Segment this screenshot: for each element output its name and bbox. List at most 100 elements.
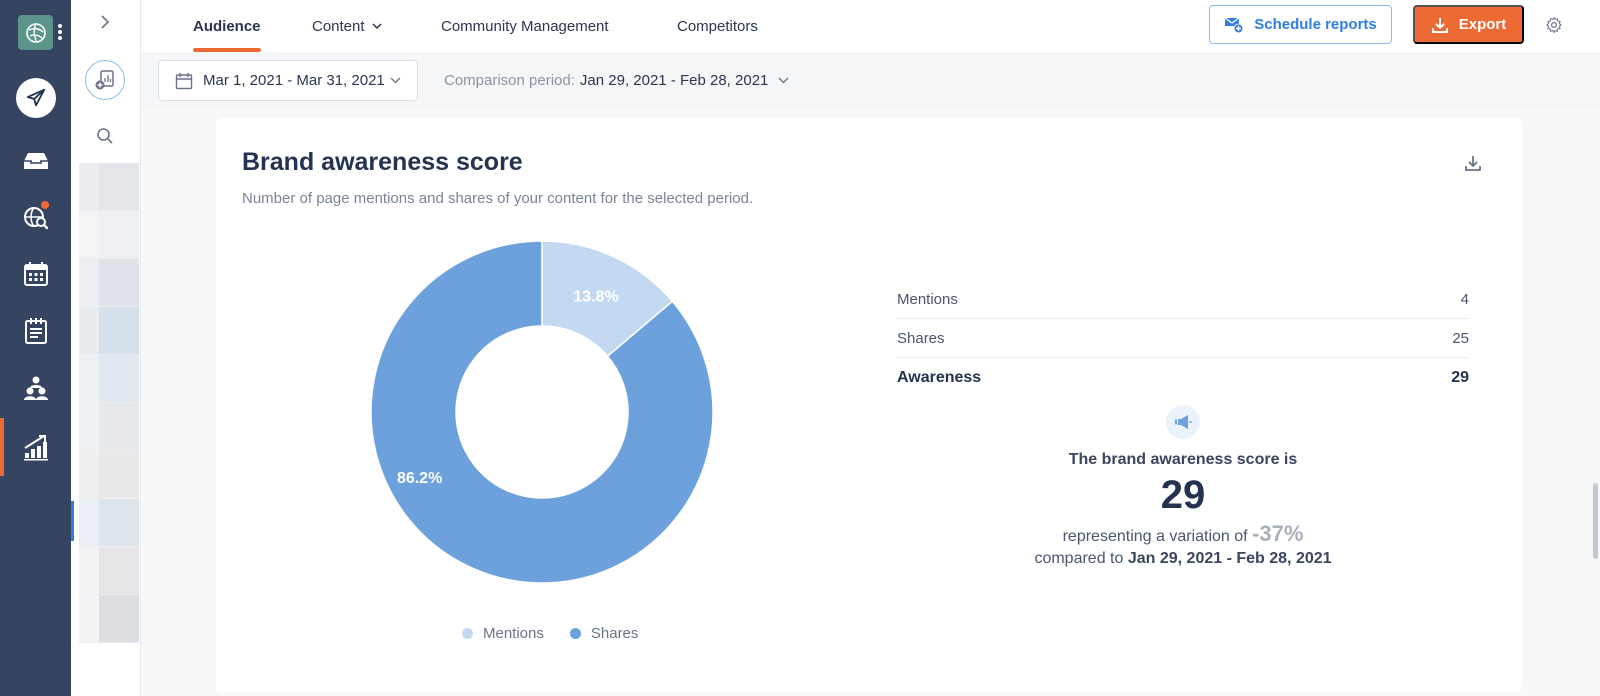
- app-logo[interactable]: [18, 15, 53, 50]
- legend-item-mentions[interactable]: Mentions: [462, 625, 544, 642]
- variation-value: -37%: [1252, 521, 1304, 546]
- report-list-item[interactable]: [79, 403, 139, 451]
- tab-community-management[interactable]: Community Management: [441, 0, 609, 52]
- stats-row-shares: Shares 25: [897, 319, 1469, 358]
- legend-swatch-mentions: [462, 628, 473, 639]
- comparison-period-label: Comparison period:: [444, 72, 575, 89]
- brand-awareness-card: Brand awareness score Number of page men…: [216, 118, 1522, 692]
- tab-audience-label: Audience: [193, 17, 261, 35]
- report-list-item[interactable]: [79, 259, 139, 307]
- report-list-item[interactable]: [79, 547, 139, 595]
- date-range-picker[interactable]: Mar 1, 2021 - Mar 31, 2021: [158, 60, 418, 101]
- nav-notes[interactable]: [0, 308, 71, 354]
- legend-label-mentions: Mentions: [483, 625, 544, 642]
- tab-competitors[interactable]: Competitors: [677, 0, 758, 52]
- report-list-item[interactable]: [79, 163, 139, 211]
- chevron-down-icon: [390, 77, 401, 84]
- app-menu-kebab[interactable]: [58, 24, 62, 40]
- gear-icon: [1546, 16, 1562, 34]
- search-icon: [97, 128, 113, 144]
- card-subtitle: Number of page mentions and shares of yo…: [242, 190, 754, 207]
- comparison-period-picker[interactable]: Comparison period: Jan 29, 2021 - Feb 28…: [444, 60, 789, 101]
- report-list-item[interactable]: [79, 211, 139, 259]
- nav-calendar[interactable]: [0, 251, 71, 297]
- download-chart-button[interactable]: [1462, 152, 1484, 174]
- nav-inbox[interactable]: [0, 138, 71, 184]
- legend-swatch-shares: [569, 628, 581, 639]
- export-label: Export: [1458, 16, 1507, 33]
- donut-label-mentions: 13.8%: [573, 288, 618, 305]
- add-report-button[interactable]: [85, 60, 125, 100]
- tab-content[interactable]: Content: [312, 0, 382, 52]
- inbox-tray-icon: [23, 153, 48, 169]
- calendar-icon: [23, 262, 48, 286]
- summary-variation-line: representing a variation of -37%: [897, 521, 1469, 547]
- chevron-down-icon: [372, 22, 382, 29]
- tab-community-management-label: Community Management: [441, 17, 609, 35]
- awareness-summary: The brand awareness score is 29 represen…: [897, 405, 1469, 568]
- donut-chart-svg: 13.8% 86.2%: [370, 240, 714, 584]
- tab-content-label: Content: [312, 17, 365, 35]
- paper-plane-icon: [26, 88, 45, 107]
- schedule-reports-label: Schedule reports: [1254, 16, 1377, 33]
- schedule-reports-button[interactable]: Schedule reports: [1209, 5, 1392, 44]
- stats-row-mentions: Mentions 4: [897, 280, 1469, 319]
- date-range-value: Mar 1, 2021 - Mar 31, 2021: [203, 72, 385, 89]
- legend-item-shares[interactable]: Shares: [569, 625, 639, 642]
- card-title: Brand awareness score: [242, 148, 523, 176]
- people-group-icon: [23, 376, 48, 400]
- reports-panel: [71, 0, 141, 696]
- donut-label-shares: 86.2%: [397, 470, 442, 487]
- summary-heading: The brand awareness score is: [1068, 451, 1298, 468]
- donut-chart: 13.8% 86.2%: [366, 236, 718, 588]
- tab-competitors-label: Competitors: [677, 17, 758, 35]
- notification-dot: [41, 201, 49, 209]
- awareness-score: 29: [1160, 473, 1206, 517]
- stats-table: Mentions 4 Shares 25 Awareness 29: [897, 280, 1469, 397]
- stats-value: 29: [1451, 368, 1469, 386]
- reports-list: [71, 163, 139, 643]
- stats-label: Awareness: [897, 368, 982, 386]
- report-list-item[interactable]: [79, 451, 139, 499]
- nav-listening[interactable]: [0, 194, 71, 240]
- leaf-globe-icon: [25, 22, 46, 43]
- stats-label: Mentions: [897, 290, 958, 308]
- variation-prefix: representing a variation of: [1062, 528, 1248, 545]
- search-reports-button[interactable]: [95, 126, 115, 146]
- main-nav-rail: [0, 0, 71, 696]
- filter-bar: Mar 1, 2021 - Mar 31, 2021 Comparison pe…: [141, 52, 1600, 108]
- megaphone-icon: [1166, 405, 1200, 439]
- chart-legend: Mentions Shares: [462, 625, 638, 642]
- settings-button[interactable]: [1543, 14, 1565, 36]
- add-report-icon: [95, 70, 114, 90]
- compared-range: Jan 29, 2021 - Feb 28, 2021: [1127, 550, 1332, 567]
- chevron-right-icon: [101, 15, 110, 29]
- summary-compared-line: compared to Jan 29, 2021 - Feb 28, 2021: [897, 550, 1469, 568]
- report-list-item-selected[interactable]: [71, 499, 139, 547]
- legend-label-shares: Shares: [590, 625, 639, 642]
- chevron-down-icon: [778, 77, 789, 84]
- app-root: Audience Content Community Management Co…: [0, 0, 1600, 696]
- nav-community[interactable]: [0, 365, 71, 411]
- notepad-icon: [24, 318, 47, 344]
- stats-value: 4: [1460, 290, 1469, 308]
- report-list-item[interactable]: [79, 355, 139, 403]
- stats-value: 25: [1452, 329, 1469, 347]
- compared-prefix: compared to: [1034, 550, 1124, 567]
- stats-row-awareness: Awareness 29: [897, 358, 1469, 397]
- export-button[interactable]: Export: [1413, 5, 1524, 44]
- report-list-item[interactable]: [79, 595, 139, 643]
- download-icon: [1465, 156, 1481, 171]
- stats-label: Shares: [897, 329, 945, 347]
- expand-panel-button[interactable]: [95, 12, 115, 32]
- mail-plus-icon: [1224, 16, 1244, 33]
- page-scrollbar[interactable]: [1593, 483, 1598, 559]
- nav-publish[interactable]: [0, 75, 71, 121]
- nav-analytics[interactable]: [0, 418, 71, 476]
- report-list-item[interactable]: [79, 307, 139, 355]
- calendar-icon: [175, 72, 193, 89]
- download-icon: [1431, 17, 1448, 33]
- analytics-chart-icon: [23, 435, 48, 461]
- comparison-period-value: Jan 29, 2021 - Feb 28, 2021: [579, 72, 769, 89]
- tab-audience[interactable]: Audience: [193, 0, 261, 52]
